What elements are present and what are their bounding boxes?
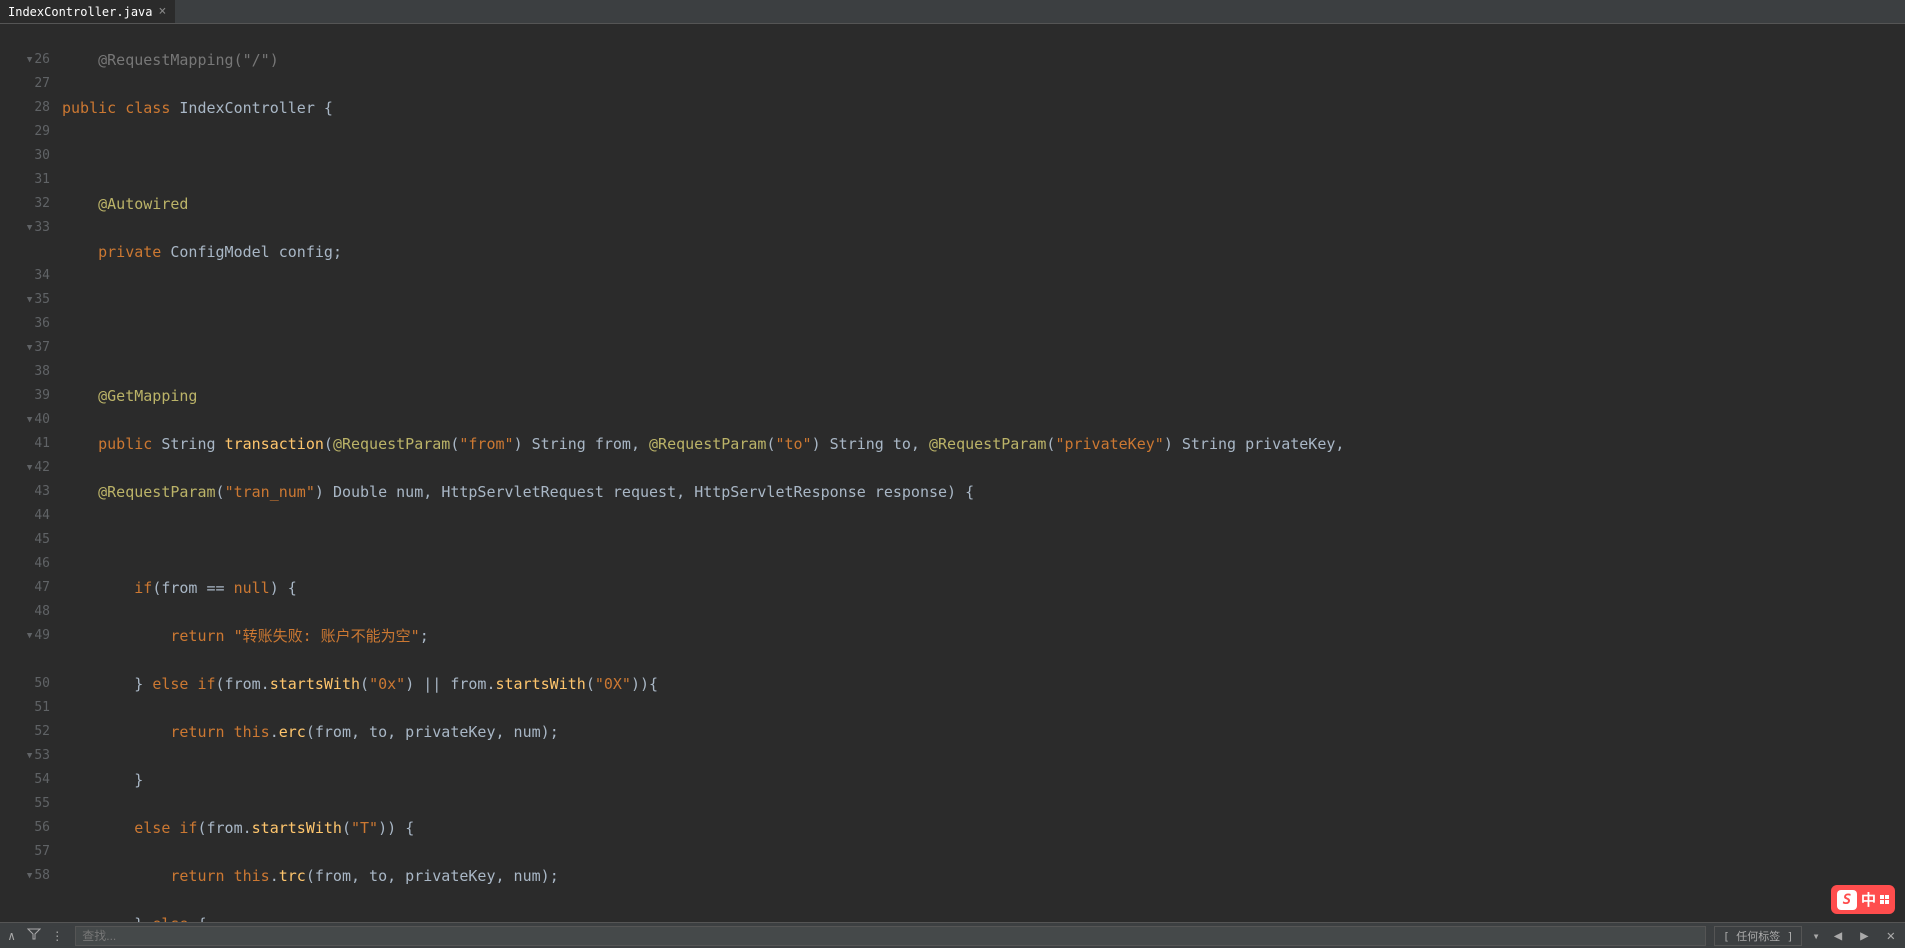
code-line: @RequestMapping("/") (62, 48, 1905, 72)
options-icon[interactable]: ⋮ (51, 929, 63, 943)
code-line: return this.erc(from, to, privateKey, nu… (62, 720, 1905, 744)
code-line (62, 528, 1905, 552)
code-editor[interactable]: ▼26 27 28 29 30 31 32 ▼33 34 ▼35 36 ▼37 … (0, 24, 1905, 922)
code-line: @Autowired (62, 192, 1905, 216)
code-line (62, 288, 1905, 312)
tag-filter[interactable]: [ 任何标签 ] (1714, 926, 1803, 946)
code-line (62, 144, 1905, 168)
search-input[interactable] (75, 926, 1706, 946)
ime-logo-icon: S (1837, 890, 1857, 910)
code-line: @RequestParam("tran_num") Double num, Ht… (62, 480, 1905, 504)
dropdown-icon[interactable]: ▾ (1812, 929, 1819, 943)
close-icon[interactable]: × (159, 4, 167, 19)
tab-bar: IndexController.java × (0, 0, 1905, 24)
filter-icon[interactable] (27, 927, 41, 944)
close-icon[interactable]: ✕ (1883, 928, 1899, 944)
code-line: public class IndexController { (62, 96, 1905, 120)
ime-mode-label: 中 (1861, 889, 1876, 910)
tab-label: IndexController.java (8, 5, 153, 19)
collapse-up-icon[interactable]: ∧ (6, 929, 17, 943)
code-line (62, 336, 1905, 360)
prev-icon[interactable]: ◀ (1830, 928, 1846, 944)
code-line: return "转账失败: 账户不能为空"; (62, 624, 1905, 648)
next-icon[interactable]: ▶ (1856, 928, 1872, 944)
code-line: private ConfigModel config; (62, 240, 1905, 264)
code-line: return this.trc(from, to, privateKey, nu… (62, 864, 1905, 888)
code-line: public String transaction(@RequestParam(… (62, 432, 1905, 456)
ime-indicator[interactable]: S 中 (1831, 885, 1895, 914)
code-line: else if(from.startsWith("T")) { (62, 816, 1905, 840)
code-area[interactable]: @RequestMapping("/") public class IndexC… (58, 24, 1905, 922)
code-line: if(from == null) { (62, 576, 1905, 600)
ime-keyboard-icon (1880, 895, 1889, 904)
code-line: } else { (62, 912, 1905, 922)
line-gutter: ▼26 27 28 29 30 31 32 ▼33 34 ▼35 36 ▼37 … (0, 24, 58, 922)
status-bar: ∧ ⋮ [ 任何标签 ] ▾ ◀ ▶ ✕ (0, 922, 1905, 948)
tab-indexcontroller[interactable]: IndexController.java × (0, 0, 175, 23)
code-line: @GetMapping (62, 384, 1905, 408)
code-line: } else if(from.startsWith("0x") || from.… (62, 672, 1905, 696)
code-line: } (62, 768, 1905, 792)
